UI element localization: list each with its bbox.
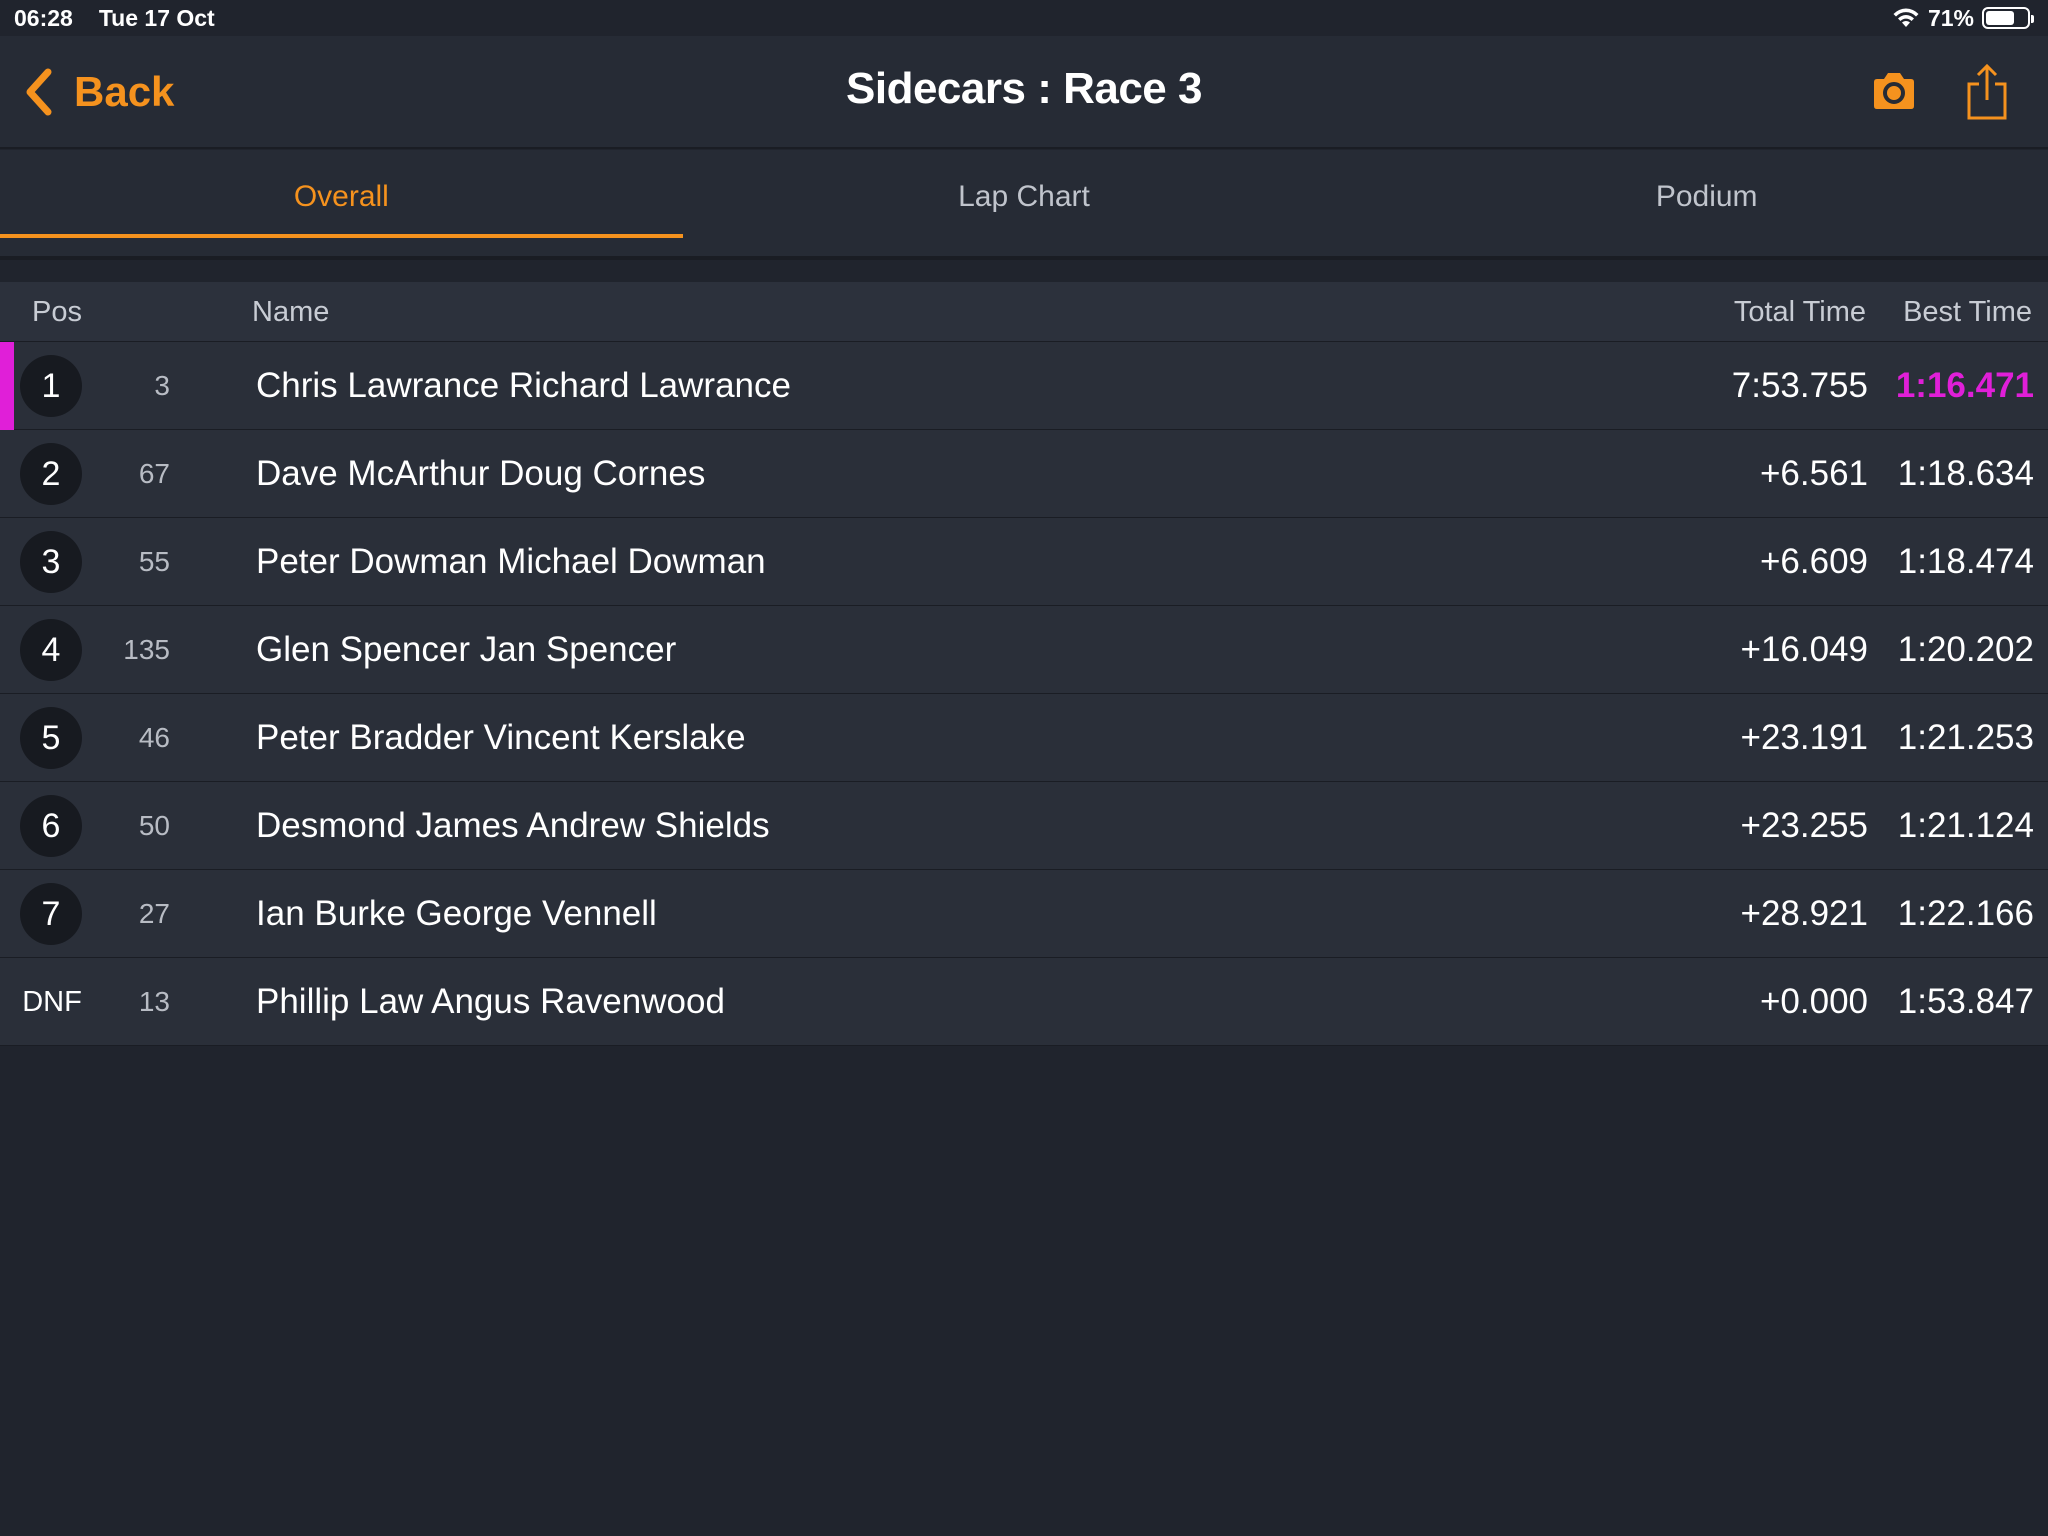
header-total-time: Total Time [1733,296,1866,328]
race-number: 55 [138,546,170,577]
table-header: Pos Name Total Time Best Time [0,282,2048,342]
race-number: 13 [138,986,170,1017]
total-time: +23.191 [1740,718,1869,757]
position-badge: 5 [20,707,82,769]
driver-name: Desmond James Andrew Shields [256,806,770,845]
table-row[interactable]: 5 46 Peter Bradder Vincent Kerslake +23.… [0,694,2048,782]
position-label: DNF [22,986,82,1018]
table-row[interactable]: 7 27 Ian Burke George Vennell +28.921 1:… [0,870,2048,958]
race-number: 3 [154,370,170,401]
driver-name: Dave McArthur Doug Cornes [256,454,706,493]
total-time: +23.255 [1740,806,1869,845]
table-row[interactable]: 6 50 Desmond James Andrew Shields +23.25… [0,782,2048,870]
position-badge: 2 [20,443,82,505]
table-row[interactable]: 3 55 Peter Dowman Michael Dowman +6.609 … [0,518,2048,606]
driver-name: Glen Spencer Jan Spencer [256,630,677,669]
race-number: 135 [123,634,170,665]
driver-name: Ian Burke George Vennell [256,894,657,933]
share-icon[interactable] [1964,62,2010,122]
driver-name: Phillip Law Angus Ravenwood [256,982,725,1021]
battery-fill [1986,11,2015,25]
best-time: 1:18.474 [1897,542,2034,581]
battery-icon [1982,7,2034,29]
total-time: +16.049 [1740,630,1869,669]
total-time: +6.609 [1759,542,1868,581]
best-time: 1:21.124 [1897,806,2034,845]
status-time: 06:28 [14,4,73,31]
best-time: 1:18.634 [1897,454,2034,493]
race-number: 50 [138,810,170,841]
status-date: Tue 17 Oct [98,4,215,31]
status-right: 71% [1892,0,2034,36]
header-name: Name [252,296,330,328]
tab-lap-chart[interactable]: Lap Chart [683,150,1366,256]
total-time: 7:53.755 [1731,366,1868,405]
tab-podium[interactable]: Podium [1365,150,2048,256]
leader-indicator [0,342,14,430]
header-best-time: Best Time [1903,296,2032,328]
driver-name: Chris Lawrance Richard Lawrance [256,366,791,405]
divider [0,264,2048,282]
position-badge: 6 [20,795,82,857]
race-number: 67 [138,458,170,489]
position-badge: 3 [20,531,82,593]
position-badge: 1 [20,355,82,417]
driver-name: Peter Bradder Vincent Kerslake [256,718,746,757]
position-badge: 4 [20,619,82,681]
table-row[interactable]: 2 67 Dave McArthur Doug Cornes +6.561 1:… [0,430,2048,518]
race-number: 27 [138,898,170,929]
best-time: 1:53.847 [1897,982,2034,1021]
page-title: Sidecars : Race 3 [846,64,1202,113]
total-time: +0.000 [1759,982,1868,1021]
header-pos: Pos [32,296,82,328]
position-badge: 7 [20,883,82,945]
results-table: Pos Name Total Time Best Time 1 3 Chris … [0,282,2048,1046]
nav-bar: Back Sidecars : Race 3 [0,36,2048,149]
best-time-fastest: 1:16.471 [1895,366,2034,405]
tab-overall[interactable]: Overall [0,150,683,256]
race-number: 46 [138,722,170,753]
driver-name: Peter Dowman Michael Dowman [256,542,766,581]
tab-bar: Overall Lap Chart Podium [0,150,2048,260]
table-row[interactable]: 4 135 Glen Spencer Jan Spencer +16.049 1… [0,606,2048,694]
total-time: +6.561 [1759,454,1868,493]
best-time: 1:22.166 [1897,894,2034,933]
table-row[interactable]: DNF 13 Phillip Law Angus Ravenwood +0.00… [0,958,2048,1046]
status-bar: 06:28 Tue 17 Oct 71% [0,0,2048,36]
battery-percent: 71% [1927,4,1974,31]
wifi-icon [1893,8,1919,27]
best-time: 1:21.253 [1897,718,2034,757]
table-row[interactable]: 1 3 Chris Lawrance Richard Lawrance 7:53… [0,342,2048,430]
best-time: 1:20.202 [1897,630,2034,669]
total-time: +28.921 [1740,894,1869,933]
camera-icon[interactable] [1870,68,1918,116]
